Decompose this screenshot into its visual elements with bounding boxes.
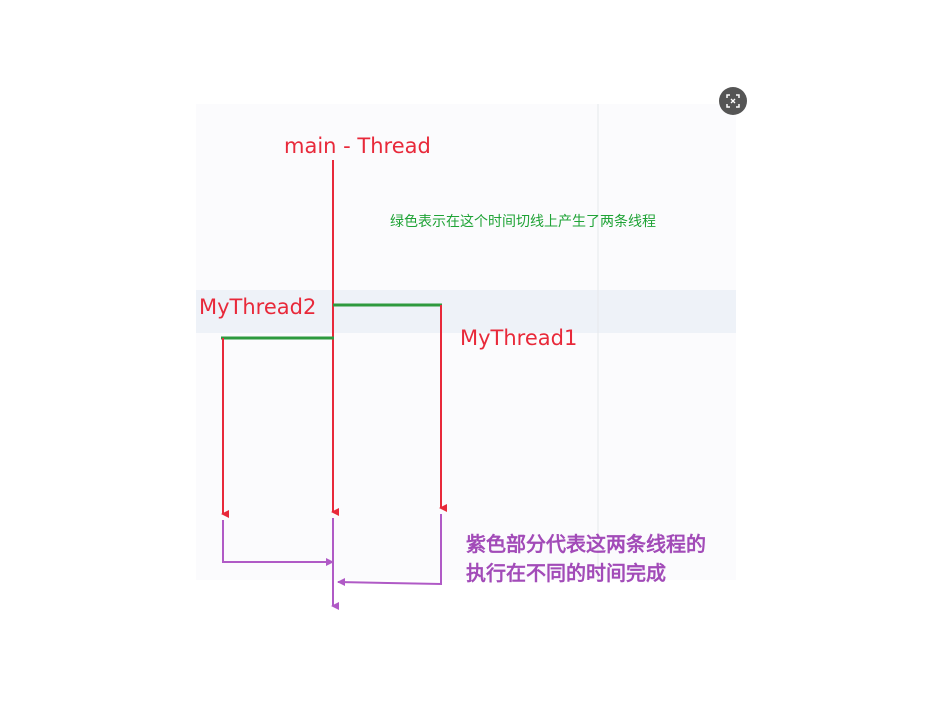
green-note: 绿色表示在这个时间切线上产生了两条线程 (390, 213, 656, 230)
purple-note-line2: 执行在不同的时间完成 (466, 561, 666, 585)
purple-note-line1: 紫色部分代表这两条线程的 (466, 532, 706, 556)
fullscreen-button[interactable] (719, 87, 747, 115)
expand-icon (726, 94, 740, 108)
main-thread-label: main - Thread (284, 134, 431, 158)
thread-diagram: main - Thread MyThread2 MyThread1 绿色表示在这… (196, 104, 736, 610)
thread1-label: MyThread1 (460, 326, 577, 350)
thread2-label: MyThread2 (199, 295, 316, 319)
